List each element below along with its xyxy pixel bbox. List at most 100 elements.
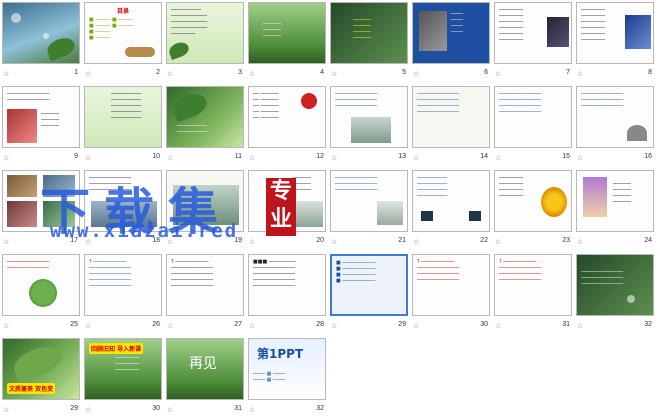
slide-transition-star-icon[interactable]: ☆ <box>495 238 501 246</box>
slide-thumbnail[interactable]: ? ─────────── ────────────── ─────────────… <box>492 252 574 334</box>
slide-thumbnail[interactable]: ■■■ ───────── ────────────── ─────────────… <box>246 252 328 334</box>
slide-thumbnail[interactable]: ? ─────────── ────────────── ─────────────… <box>410 252 492 334</box>
slide-thumbnail[interactable]: ■ ─────────── ■ ─────────── ■ ─────────── ■… <box>328 252 410 334</box>
slide-transition-star-icon[interactable]: ☆ <box>413 238 419 246</box>
slide-body-lines: ■ ───── ■ ───── ■ ───── ■ ───── ■ ───── ■ ─… <box>89 17 134 41</box>
slide-thumbnail[interactable]: ── ────── ── ────── ── ────── ── ────── ── ─… <box>246 84 328 166</box>
slide-thumbnail[interactable]: ────────────────────────────────────────… <box>492 84 574 166</box>
slide-transition-star-icon[interactable]: ☆ <box>495 154 501 162</box>
slide-body-lines: ────────── ────────── ────────── ────────── <box>417 175 448 199</box>
slide-transition-star-icon[interactable]: ☆ <box>413 322 419 330</box>
slide-thumbnail[interactable]: ────────────────────────────────────────… <box>492 0 574 82</box>
slide-transition-star-icon[interactable]: ☆ <box>577 154 583 162</box>
photo-image <box>7 201 37 227</box>
slide-transition-star-icon[interactable]: ☆ <box>331 70 337 78</box>
slide-thumbnail[interactable]: ──── ──── ──── ──── ☆ 6 <box>410 0 492 82</box>
slide-thumbnail[interactable]: ────────────────────────────────────────… <box>82 84 164 166</box>
slide-transition-star-icon[interactable]: ☆ <box>85 70 91 78</box>
slide-number: 29 <box>398 321 406 328</box>
slide-thumbnail[interactable]: 文质兼美 双色变 ☆ 29 <box>0 336 82 418</box>
slide-preview: ────────────────────────────────────────… <box>494 2 572 64</box>
goodbye-text: 再见 <box>189 356 217 372</box>
slide-preview: 目录 ■ ───── ■ ───── ■ ───── ■ ───── ■ ─────… <box>84 2 162 64</box>
slide-transition-star-icon[interactable]: ☆ <box>249 322 255 330</box>
slide-body-lines: ■■■ ───────── ────────────── ─────────────… <box>253 259 296 289</box>
raindrop-icon <box>43 33 49 39</box>
slide-badge: 文质兼美 双色变 <box>7 383 56 394</box>
slide-thumbnail[interactable]: ────────────────────────────────────────… <box>410 84 492 166</box>
slide-thumbnail[interactable]: 再见 ☆ 31 <box>164 336 246 418</box>
slide-thumbnail[interactable]: ────────────────────────────────────────… <box>574 252 656 334</box>
slide-thumbnail[interactable]: ────────────────────────────────────────… <box>410 168 492 250</box>
slide-thumbnail[interactable]: ────────────────────────────────────────… <box>164 0 246 82</box>
slide-thumbnail[interactable]: ────────────────────────────────────────… <box>328 168 410 250</box>
slide-transition-star-icon[interactable]: ☆ <box>495 70 501 78</box>
slide-preview: ? ─────────── ────────────── ─────────────… <box>84 254 162 316</box>
slide-thumbnail[interactable]: ────────────── ────────────── ────── ─────… <box>0 84 82 166</box>
slide-preview: ────────────────────────────────────────… <box>330 86 408 148</box>
slide-thumbnail[interactable]: ? ─────────── ────────────── ─────────────… <box>82 252 164 334</box>
slide-body-lines: ────────────────────────────────────────… <box>581 7 606 43</box>
slide-transition-star-icon[interactable]: ☆ <box>577 70 583 78</box>
slide-transition-star-icon[interactable]: ☆ <box>249 70 255 78</box>
slide-number: 24 <box>644 237 652 244</box>
slide-transition-star-icon[interactable]: ☆ <box>3 406 9 414</box>
slide-number: 11 <box>234 153 242 160</box>
slide-badge: 回顾旧知 导入新课 <box>89 343 144 354</box>
slide-body-lines: ────────────────────────────────────────… <box>499 7 524 43</box>
slide-body-lines: ■ ─────────── ■ ─────────── ■ ─────────── ■… <box>336 260 376 284</box>
slide-number: 13 <box>398 153 406 160</box>
leaf-icon <box>44 34 78 62</box>
slide-number: 22 <box>480 237 488 244</box>
slide-transition-star-icon[interactable]: ☆ <box>249 238 255 246</box>
slide-thumbnail[interactable]: ────────────── ────────────── ☆ 25 <box>0 252 82 334</box>
slide-thumbnail[interactable]: 回顾旧知 导入新课 ──────── ──────── ──────── ☆ 30 <box>82 336 164 418</box>
slide-transition-star-icon[interactable]: ☆ <box>413 154 419 162</box>
slide-title: 目录 <box>117 8 130 15</box>
slide-thumbnail[interactable]: ────────────────────────────────────────… <box>574 84 656 166</box>
slide-thumbnail[interactable]: ────────────────────────────────────────… <box>574 0 656 82</box>
black-shape-image <box>421 211 433 221</box>
slide-transition-star-icon[interactable]: ☆ <box>249 154 255 162</box>
slide-transition-star-icon[interactable]: ☆ <box>413 70 419 78</box>
slide-transition-star-icon[interactable]: ☆ <box>331 322 337 330</box>
slide-thumbnail[interactable]: ──────── ──────── ──────── ──────── ☆ 23 <box>492 168 574 250</box>
slide-transition-star-icon[interactable]: ☆ <box>249 406 255 414</box>
umbrella-image <box>627 125 647 141</box>
author-photo <box>547 17 569 47</box>
slide-transition-star-icon[interactable]: ☆ <box>3 70 9 78</box>
slide-transition-star-icon[interactable]: ☆ <box>85 154 91 162</box>
slide-preview: ── ────── ── ────── ── ────── ── ────── ── ─… <box>248 86 326 148</box>
slide-transition-star-icon[interactable]: ☆ <box>167 154 173 162</box>
slide-transition-star-icon[interactable]: ☆ <box>331 238 337 246</box>
slide-transition-star-icon[interactable]: ☆ <box>3 154 9 162</box>
slide-transition-star-icon[interactable]: ☆ <box>331 154 337 162</box>
slide-thumbnail[interactable]: ────────── ────────── ☆ 11 <box>164 84 246 166</box>
slide-thumbnail[interactable]: ? ─────────── ────────────── ─────────────… <box>164 252 246 334</box>
slide-thumbnail[interactable]: ────── ────── ────── ────── ☆ 24 <box>574 168 656 250</box>
slide-preview: ────────── ────────── ────────── ────────── <box>412 170 490 232</box>
slide-thumbnail[interactable]: 目录 ■ ───── ■ ───── ■ ───── ■ ───── ■ ─────… <box>82 0 164 82</box>
slide-number: 25 <box>70 321 78 328</box>
slide-thumbnail[interactable]: ────────────────────────────────────────… <box>328 84 410 166</box>
slide-preview: ────────────── ────────────── <box>2 254 80 316</box>
slide-transition-star-icon[interactable]: ☆ <box>577 238 583 246</box>
scroll-image <box>125 47 155 57</box>
slide-transition-star-icon[interactable]: ☆ <box>3 322 9 330</box>
slide-thumbnail[interactable]: ☆ 1 <box>0 0 82 82</box>
slide-transition-star-icon[interactable]: ☆ <box>167 322 173 330</box>
slide-transition-star-icon[interactable]: ☆ <box>3 238 9 246</box>
slide-transition-star-icon[interactable]: ☆ <box>85 322 91 330</box>
slide-transition-star-icon[interactable]: ☆ <box>167 70 173 78</box>
slide-thumbnail[interactable]: ────── ────── ────── ☆ 4 <box>246 0 328 82</box>
author-photo <box>625 15 651 49</box>
slide-number: 6 <box>484 69 488 76</box>
slide-thumbnail[interactable]: ────── ────── ────── ────── ☆ 5 <box>328 0 410 82</box>
slide-transition-star-icon[interactable]: ☆ <box>85 406 91 414</box>
slide-body-lines: ────────────────────────────────────────… <box>111 91 142 121</box>
slide-thumbnail[interactable]: 第1PPT ──── ▦ ──── ──── ▦ ──── ☆ 32 <box>246 336 328 418</box>
slide-body-lines: ────── ────── ────── <box>293 175 312 193</box>
slide-transition-star-icon[interactable]: ☆ <box>577 322 583 330</box>
slide-transition-star-icon[interactable]: ☆ <box>167 406 173 414</box>
slide-transition-star-icon[interactable]: ☆ <box>495 322 501 330</box>
